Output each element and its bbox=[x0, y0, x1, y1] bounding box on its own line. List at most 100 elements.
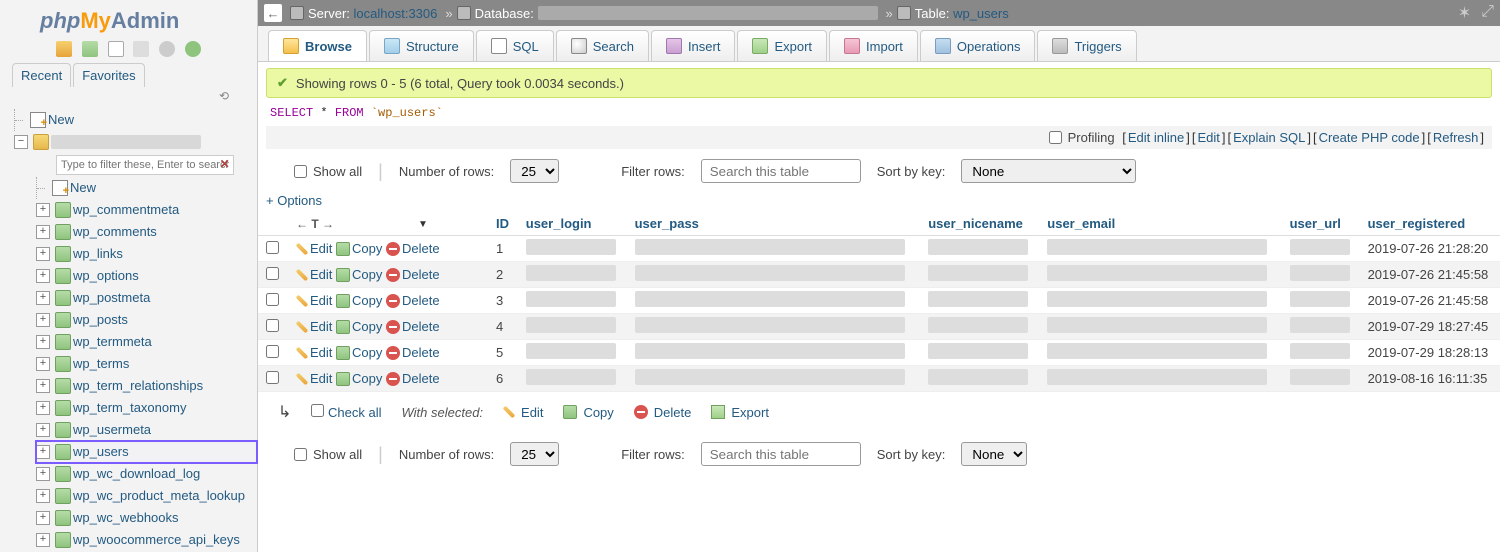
nav-table-wp_comments[interactable]: +wp_comments bbox=[36, 221, 257, 243]
numrows-select[interactable]: 25 bbox=[510, 159, 559, 183]
row-edit[interactable]: Edit bbox=[296, 241, 332, 256]
nav-table-wp_postmeta[interactable]: +wp_postmeta bbox=[36, 287, 257, 309]
bc-table-link[interactable]: wp_users bbox=[953, 6, 1009, 21]
numrows-select-2[interactable]: 25 bbox=[510, 442, 559, 466]
profiling-checkbox[interactable] bbox=[1049, 131, 1062, 144]
bc-server-link[interactable]: localhost:3306 bbox=[354, 6, 438, 21]
tab-triggers[interactable]: Triggers bbox=[1037, 30, 1136, 61]
col-ID[interactable]: ID bbox=[488, 212, 518, 236]
row-copy[interactable]: Copy bbox=[336, 293, 382, 308]
row-delete[interactable]: Delete bbox=[386, 293, 440, 308]
tab-search[interactable]: Search bbox=[556, 30, 649, 61]
row-delete[interactable]: Delete bbox=[386, 241, 440, 256]
tab-operations[interactable]: Operations bbox=[920, 30, 1036, 61]
nav-table-wp_termmeta[interactable]: +wp_termmeta bbox=[36, 331, 257, 353]
bulk-export[interactable]: Export bbox=[711, 405, 769, 420]
expand-icon[interactable]: + bbox=[36, 247, 50, 261]
table-filter-input[interactable] bbox=[56, 155, 234, 175]
nav-table-wp_usermeta[interactable]: +wp_usermeta bbox=[36, 419, 257, 441]
expand-icon[interactable]: + bbox=[36, 489, 50, 503]
row-checkbox[interactable] bbox=[266, 241, 279, 254]
edit-link[interactable]: Edit bbox=[1197, 130, 1219, 145]
filter-input-2[interactable] bbox=[701, 442, 861, 466]
showall-checkbox[interactable] bbox=[294, 165, 307, 178]
row-delete[interactable]: Delete bbox=[386, 371, 440, 386]
col-user_nicename[interactable]: user_nicename bbox=[920, 212, 1039, 236]
create-php-link[interactable]: Create PHP code bbox=[1319, 130, 1420, 145]
expand-icon[interactable]: + bbox=[36, 225, 50, 239]
row-delete[interactable]: Delete bbox=[386, 319, 440, 334]
logo[interactable]: phpMyAdmin bbox=[0, 0, 257, 38]
nav-new[interactable]: New bbox=[8, 109, 257, 131]
settings-icon[interactable] bbox=[133, 41, 149, 57]
nav-new-table[interactable]: New bbox=[8, 177, 257, 199]
tab-structure[interactable]: Structure bbox=[369, 30, 474, 61]
col-user_url[interactable]: user_url bbox=[1282, 212, 1360, 236]
tab-import[interactable]: Import bbox=[829, 30, 918, 61]
row-copy[interactable]: Copy bbox=[336, 267, 382, 282]
sort-arrows[interactable]: ← T → ▼ bbox=[296, 217, 428, 231]
back-icon[interactable]: ← bbox=[264, 4, 282, 22]
row-checkbox[interactable] bbox=[266, 319, 279, 332]
nav-table-wp_wc_product_meta_lookup[interactable]: +wp_wc_product_meta_lookup bbox=[36, 485, 257, 507]
nav-table-wp_users[interactable]: +wp_users bbox=[36, 441, 257, 463]
sortkey-select[interactable]: None bbox=[961, 159, 1136, 183]
refresh-link[interactable]: Refresh bbox=[1433, 130, 1479, 145]
row-edit[interactable]: Edit bbox=[296, 345, 332, 360]
tab-insert[interactable]: Insert bbox=[651, 30, 736, 61]
nav-table-wp_commentmeta[interactable]: +wp_commentmeta bbox=[36, 199, 257, 221]
sortkey-select-2[interactable]: None bbox=[961, 442, 1027, 466]
showall-checkbox-2[interactable] bbox=[294, 448, 307, 461]
logout-icon[interactable] bbox=[82, 41, 98, 57]
nav-table-wp_woocommerce_api_keys[interactable]: +wp_woocommerce_api_keys bbox=[36, 529, 257, 551]
expand-icon[interactable]: + bbox=[36, 291, 50, 305]
expand-icon[interactable]: + bbox=[36, 313, 50, 327]
col-user_pass[interactable]: user_pass bbox=[627, 212, 921, 236]
nav-table-wp_options[interactable]: +wp_options bbox=[36, 265, 257, 287]
tab-browse[interactable]: Browse bbox=[268, 30, 367, 61]
row-checkbox[interactable] bbox=[266, 345, 279, 358]
options-link[interactable]: + Options bbox=[266, 193, 322, 208]
nav-table-wp_wc_webhooks[interactable]: +wp_wc_webhooks bbox=[36, 507, 257, 529]
filter-input[interactable] bbox=[701, 159, 861, 183]
col-user_email[interactable]: user_email bbox=[1039, 212, 1281, 236]
expand-icon[interactable]: + bbox=[36, 533, 50, 547]
expand-icon[interactable]: + bbox=[36, 357, 50, 371]
row-checkbox[interactable] bbox=[266, 267, 279, 280]
expand-icon[interactable]: + bbox=[36, 269, 50, 283]
col-user_registered[interactable]: user_registered bbox=[1360, 212, 1500, 236]
expand-icon[interactable]: + bbox=[36, 511, 50, 525]
row-checkbox[interactable] bbox=[266, 293, 279, 306]
reload-icon[interactable] bbox=[185, 41, 201, 57]
row-delete[interactable]: Delete bbox=[386, 345, 440, 360]
row-copy[interactable]: Copy bbox=[336, 319, 382, 334]
expand-icon[interactable]: + bbox=[36, 467, 50, 481]
row-edit[interactable]: Edit bbox=[296, 267, 332, 282]
edit-inline-link[interactable]: Edit inline bbox=[1128, 130, 1184, 145]
expand-icon[interactable]: + bbox=[36, 423, 50, 437]
row-copy[interactable]: Copy bbox=[336, 345, 382, 360]
collapse-icon[interactable]: − bbox=[14, 135, 28, 149]
checkall-checkbox[interactable] bbox=[311, 404, 324, 417]
row-edit[interactable]: Edit bbox=[296, 319, 332, 334]
row-checkbox[interactable] bbox=[266, 371, 279, 384]
bulk-copy[interactable]: Copy bbox=[563, 405, 613, 420]
settings-gear-icon[interactable]: ✶ bbox=[1458, 3, 1471, 23]
bulk-edit[interactable]: Edit bbox=[503, 405, 543, 420]
checkall-label[interactable]: Check all bbox=[328, 405, 381, 420]
row-copy[interactable]: Copy bbox=[336, 371, 382, 386]
bulk-delete[interactable]: Delete bbox=[634, 405, 692, 420]
bc-db-value[interactable] bbox=[538, 6, 878, 20]
clear-filter-icon[interactable]: ✕ bbox=[220, 157, 230, 171]
col-user_login[interactable]: user_login bbox=[518, 212, 627, 236]
expand-icon[interactable]: + bbox=[36, 379, 50, 393]
tab-export[interactable]: Export bbox=[737, 30, 827, 61]
nav-table-wp_terms[interactable]: +wp_terms bbox=[36, 353, 257, 375]
tab-sql[interactable]: SQL bbox=[476, 30, 554, 61]
row-copy[interactable]: Copy bbox=[336, 241, 382, 256]
home-icon[interactable] bbox=[56, 41, 72, 57]
nav-table-wp_wc_download_log[interactable]: +wp_wc_download_log bbox=[36, 463, 257, 485]
nav-table-wp_posts[interactable]: +wp_posts bbox=[36, 309, 257, 331]
tab-favorites[interactable]: Favorites bbox=[73, 63, 144, 87]
expand-icon[interactable]: + bbox=[36, 401, 50, 415]
